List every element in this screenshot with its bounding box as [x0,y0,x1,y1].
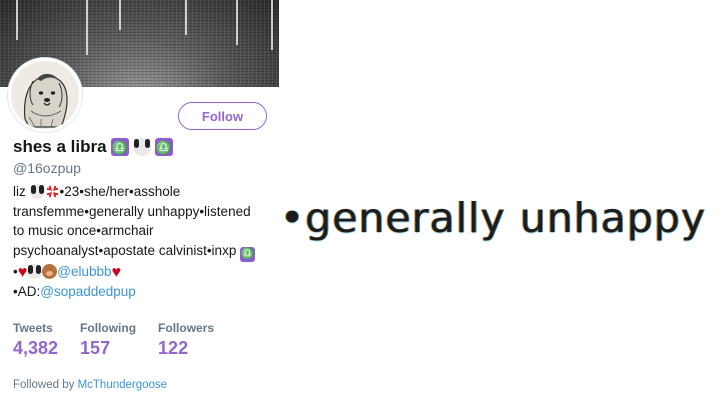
profile-name-row: shes a libra ♎ ♎ [13,137,173,157]
bio-line-4: psychoanalyst•apostate calvinist•inxp ♎ [13,242,256,262]
dog-icon [27,263,43,279]
mention-link-elubbb[interactable]: @elubbb [57,264,111,279]
bio-line-3: to music once•armchair [13,223,154,238]
libra-icon: ♎ [110,138,129,156]
banner-streak [86,0,88,55]
profile-stats: Tweets 4,382 Following 157 Followers 122 [13,321,236,359]
zoomed-text: •generally unhappy [280,194,707,242]
stat-tweets[interactable]: Tweets 4,382 [13,321,58,359]
stat-label: Followers [158,321,215,335]
profile-bio: liz •23•she/her•asshole transfemme•gener… [13,182,275,302]
banner-streak [16,0,18,40]
stat-value: 4,382 [13,338,59,358]
libra-icon: ♎ [154,138,173,156]
mention-link-sopaddedpup[interactable]: @sopaddedpup [40,284,136,299]
libra-icon: ♎ [240,246,256,262]
stat-following[interactable]: Following 157 [80,321,136,359]
profile-card: Follow shes a libra ♎ ♎ @16ozpup liz •23… [0,0,279,420]
profile-handle[interactable]: @16ozpup [13,160,81,176]
stat-value: 122 [158,338,189,358]
stat-label: Following [80,321,137,335]
stat-label: Tweets [13,321,53,335]
avatar-dog-drawing-icon [11,61,79,129]
zoomed-bio-excerpt: •generally unhappy [280,190,728,246]
followed-by: Followed by McThundergoose [13,379,168,391]
banner-streak [236,0,238,45]
anger-icon [46,185,58,198]
bear-icon [42,263,58,279]
avatar[interactable] [8,58,82,132]
stat-value: 157 [80,338,111,358]
bio-line-1: liz •23•she/her•asshole [13,184,181,199]
banner-streak [119,0,121,30]
dog-icon [29,184,45,199]
follow-button[interactable]: Follow [178,102,267,130]
heart-icon: ♥ [17,263,28,281]
bio-line-6: •AD:@sopaddedpup [13,284,136,299]
bio-line-5: •♥ @elubbb♥ [13,263,121,281]
banner-streak [185,0,187,35]
banner-streak [271,0,273,50]
dog-icon [132,138,151,156]
bio-line-2: transfemme•generally unhappy•listened [13,203,251,219]
heart-icon: ♥ [111,263,121,281]
followed-by-user-link[interactable]: McThundergoose [78,379,168,391]
stat-followers[interactable]: Followers 122 [158,321,214,359]
profile-name[interactable]: shes a libra [13,137,107,157]
